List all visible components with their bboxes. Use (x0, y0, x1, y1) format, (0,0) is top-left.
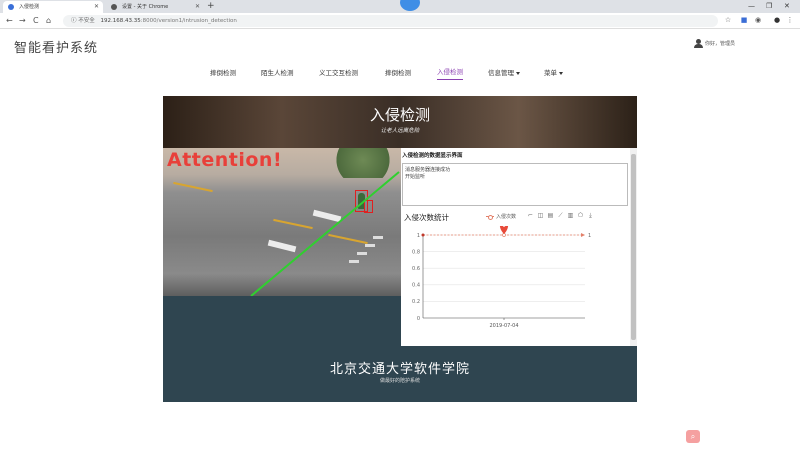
home-button[interactable]: ⌂ (46, 14, 51, 28)
y-tick-label: 0.2 (412, 299, 420, 305)
legend-line-icon (486, 214, 494, 220)
y-tick-label: 0 (417, 316, 420, 322)
close-window-button[interactable]: ✕ (784, 0, 790, 13)
globe-icon (8, 4, 14, 10)
content-area: 入侵检测 让老人远离危险 Attention! 入侵检测的数据显示界面 消息服务… (163, 96, 637, 402)
nav-info-management[interactable]: 信息管理 (488, 66, 520, 80)
line-chart-icon[interactable]: ⟋ (557, 212, 564, 219)
scrollbar-thumb[interactable] (631, 154, 636, 340)
nav-fall-detection[interactable]: 摔倒检测 (210, 66, 236, 80)
markline-arrow (581, 233, 585, 237)
user-icon (694, 39, 703, 48)
intrusion-chart: 0 0.2 0.4 0.6 0.8 1 2019-07-04 1 1 (412, 226, 591, 329)
nav-stranger-detection[interactable]: 陌生人检测 (261, 66, 294, 80)
minimize-button[interactable]: — (748, 0, 755, 13)
nav-intrusion-detection[interactable]: 入侵检测 (437, 66, 463, 80)
stats-title: 入侵次数统计 (404, 213, 449, 222)
hero-banner: 入侵检测 让老人远离危险 (163, 96, 637, 148)
data-view-icon[interactable]: ▤ (547, 212, 554, 219)
chart-legend[interactable]: 入侵次数 (486, 213, 516, 220)
browser-tab-settings[interactable]: 设置 - 关于 Chrome ✕ (106, 1, 204, 13)
chart-toolbox: ⌐ ◫ ▤ ⟋ ▥ ⬠ ⤓ (527, 212, 594, 219)
legend-label: 入侵次数 (496, 214, 517, 220)
message-line: 开始监听 (405, 174, 426, 180)
url-host: 192.168.43.35 (100, 18, 141, 24)
url-path: :8000/version1/intrusion_detection (140, 18, 237, 24)
caret-down-icon (559, 71, 563, 75)
nav-label: 信息管理 (488, 69, 514, 77)
maximize-button[interactable]: ❐ (766, 0, 772, 13)
camera-feed: Attention! (163, 148, 401, 296)
panel-scrollbar[interactable] (630, 148, 637, 346)
new-tab-button[interactable]: + (207, 0, 215, 13)
caret-down-icon (516, 71, 520, 75)
sync-icon[interactable]: ◉ (754, 16, 762, 24)
nav-volunteer-detection[interactable]: 义工交互检测 (319, 66, 358, 80)
main-nav: 摔倒检测 陌生人检测 义工交互检测 摔倒检测 入侵检测 信息管理 菜单 (0, 66, 800, 80)
restore-icon[interactable]: ⬠ (577, 212, 584, 219)
attention-alert: Attention! (167, 149, 283, 171)
panel-title: 入侵检测的数据显示界面 (402, 153, 463, 159)
star-icon[interactable]: ☆ (724, 16, 732, 24)
download-icon[interactable]: ⤓ (587, 212, 594, 219)
banner-title: 入侵检测 (369, 106, 430, 124)
browser-tab-intrusion[interactable]: 入侵检测 ✕ (3, 1, 103, 13)
tab-title: 设置 - 关于 Chrome (122, 4, 169, 10)
user-greeting: 你好，管理员 (705, 41, 736, 47)
gear-icon (111, 4, 117, 10)
markline-label: 1 (588, 233, 591, 239)
message-textarea[interactable]: 消息服务器连接成功 开始监听 (402, 163, 628, 206)
zoom-reset-icon[interactable]: ◫ (537, 212, 544, 219)
profile-icon[interactable]: ● (773, 16, 781, 24)
search-fab-button[interactable]: ⌕ (686, 430, 700, 443)
close-icon[interactable]: ✕ (94, 1, 99, 13)
extension-icon[interactable]: ■ (740, 16, 748, 24)
close-icon[interactable]: ✕ (195, 1, 200, 13)
nav-label: 菜单 (544, 69, 557, 77)
footer-title: 北京交通大学软件学院 (329, 362, 470, 377)
y-tick-label: 0.6 (412, 266, 420, 272)
forward-button[interactable]: → (19, 14, 26, 28)
url-field[interactable]: ⓘ 不安全 192.168.43.35:8000/version1/intrus… (63, 15, 718, 27)
bar-chart-icon[interactable]: ▥ (567, 212, 574, 219)
banner-subtitle: 让老人远离危险 (380, 128, 420, 134)
menu-icon[interactable]: ⋮ (786, 16, 794, 24)
markline-start (421, 233, 425, 237)
data-panel: 入侵检测的数据显示界面 消息服务器连接成功 开始监听 入侵次数统计 入侵次数 ⌐… (401, 148, 637, 346)
y-tick-label: 0.8 (412, 249, 420, 255)
reload-button[interactable]: C (33, 14, 39, 28)
footer-subtitle: 做最好的陪护系统 (379, 378, 420, 384)
browser-tab-strip: 入侵检测 ✕ 设置 - 关于 Chrome ✕ + — ❐ ✕ (0, 0, 800, 13)
site-title: 智能看护系统 (14, 41, 99, 56)
security-label: 不安全 (78, 18, 95, 24)
nav-fall-detection-2[interactable]: 摔倒检测 (385, 66, 411, 80)
address-bar-row: ← → C ⌂ ⓘ 不安全 192.168.43.35:8000/version… (0, 13, 800, 29)
max-pin-label: 1 (502, 226, 505, 229)
nav-menu[interactable]: 菜单 (544, 66, 563, 80)
user-menu[interactable]: 你好，管理员 (694, 39, 735, 48)
message-line: 消息服务器连接成功 (405, 167, 451, 173)
tab-title: 入侵检测 (19, 4, 40, 10)
zoom-icon[interactable]: ⌐ (527, 212, 534, 219)
y-tick-label: 0.4 (412, 283, 420, 289)
y-tick-label: 1 (417, 233, 420, 239)
x-tick-label: 2019-07-04 (489, 323, 518, 329)
chrome-logo-icon (400, 0, 420, 11)
back-button[interactable]: ← (6, 14, 13, 28)
